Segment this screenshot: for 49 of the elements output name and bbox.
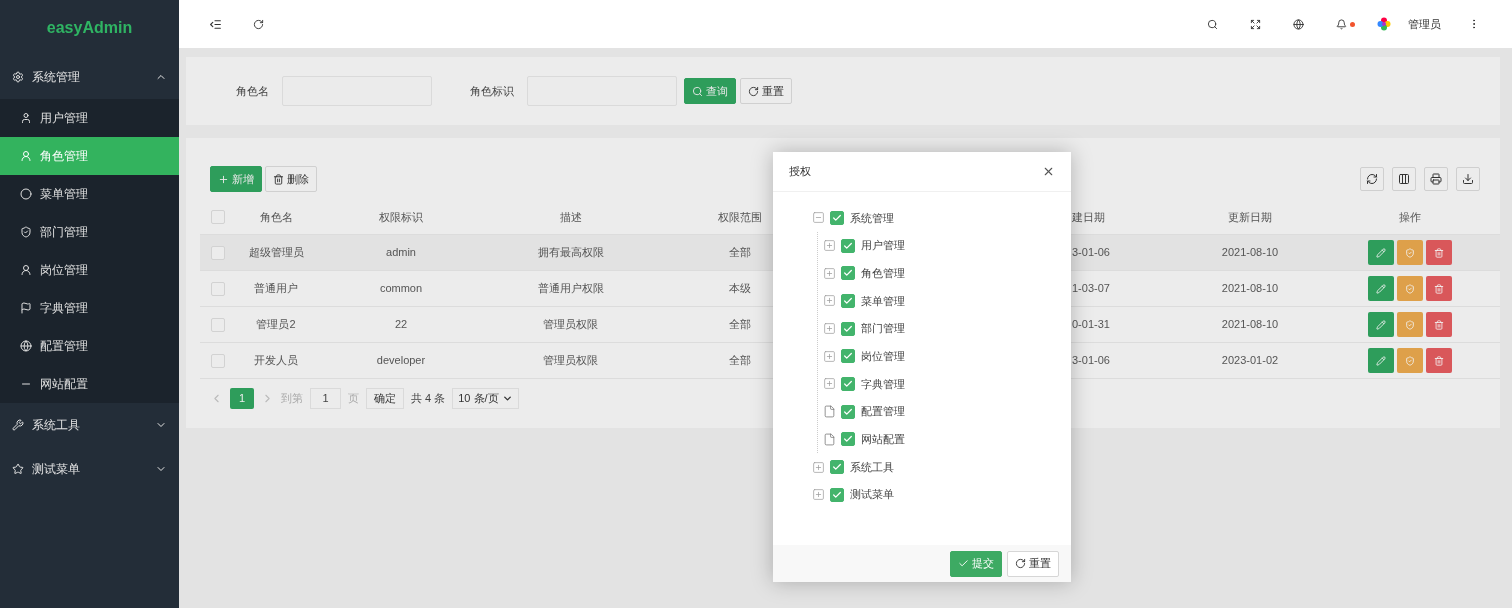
page-unit: 页 (348, 390, 359, 406)
table-cell: common (379, 282, 423, 295)
table-cell: 全部 (729, 354, 751, 367)
menu-item-label: 部门管理 (40, 224, 88, 241)
column-header: 建日期 (1072, 210, 1105, 223)
table-cell: 拥有最高权限 (537, 246, 604, 259)
dialog-title: 授权 (789, 164, 811, 180)
table-cell: 2021-08-10 (1221, 246, 1279, 259)
table-cell: 22 (394, 318, 408, 331)
menu-group-label: 系统管理 (32, 69, 81, 86)
table-cell: 3-01-06 (1072, 246, 1110, 259)
table-cell: developer (376, 354, 426, 367)
table-cell: 2021-08-10 (1221, 282, 1279, 295)
table-cell: 2023-01-02 (1221, 354, 1279, 367)
menu-item-label: 岗位管理 (40, 262, 88, 279)
logo-text: easyAdmin (46, 17, 133, 38)
menu-item-label: 用户管理 (40, 110, 88, 127)
field-label: 角色标识 (470, 83, 514, 99)
table-cell: 0-01-31 (1072, 318, 1110, 331)
field-label: 角色名 (236, 83, 269, 99)
menu-item-label: 字典管理 (40, 300, 88, 317)
menu-group-label: 测试菜单 (32, 461, 81, 478)
table-cell: 管理员权限 (543, 354, 598, 367)
table-cell: 普通用户权限 (537, 282, 604, 295)
table-cell: 全部 (729, 246, 751, 259)
menu-group-label: 系统工具 (32, 417, 81, 434)
table-cell: 管理员权限 (543, 318, 598, 331)
total-count: 共 4 条 (411, 390, 446, 406)
menu-item-label: 网站配置 (40, 376, 88, 393)
column-header: 描述 (559, 210, 582, 223)
table-cell: 3-01-06 (1072, 354, 1110, 367)
table-cell: 2021-08-10 (1221, 318, 1279, 331)
column-header: 更新日期 (1228, 210, 1272, 223)
menu-item-label: 配置管理 (40, 338, 88, 355)
menu-item-label: 角色管理 (40, 148, 88, 165)
menu-item-label: 菜单管理 (40, 186, 88, 203)
column-header: 权限标识 (379, 210, 423, 223)
table-cell: 管理员2 (256, 318, 296, 331)
table-cell: 本级 (729, 282, 751, 295)
column-header: 权限范围 (718, 210, 762, 223)
table-cell: 1-03-07 (1072, 282, 1110, 295)
table-cell: 普通用户 (254, 282, 298, 295)
table-cell: admin (386, 246, 416, 259)
table-cell: 开发人员 (254, 354, 298, 367)
table-cell: 全部 (729, 318, 751, 331)
column-header: 角色名 (259, 210, 293, 223)
column-header: 操作 (1399, 210, 1421, 223)
table-cell: 超级管理员 (248, 246, 304, 259)
goto-label: 到第 (281, 390, 303, 406)
